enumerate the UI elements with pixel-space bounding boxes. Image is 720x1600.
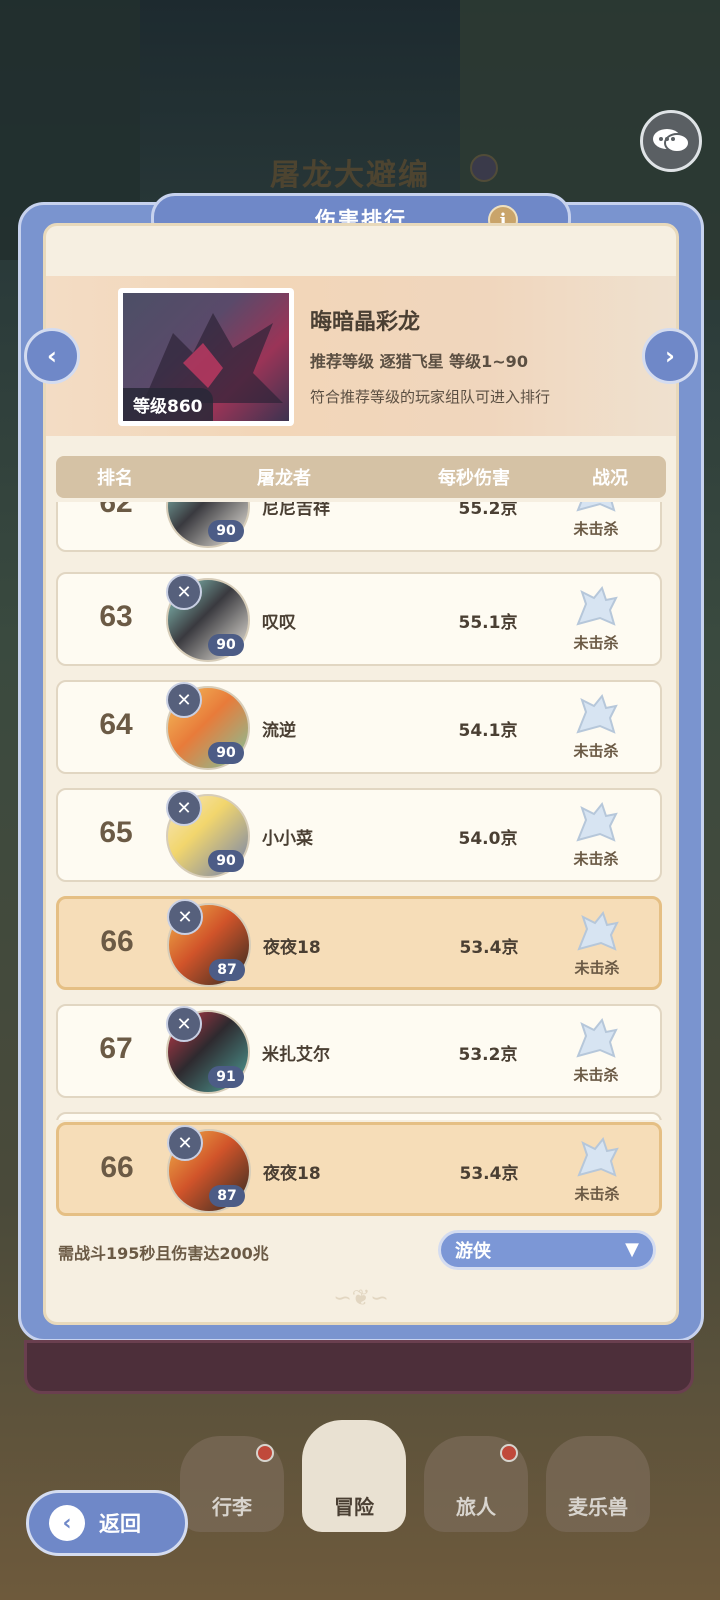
kill-status: 未击杀 <box>573 1066 619 1084</box>
kill-status: 未击杀 <box>574 959 620 977</box>
notification-dot-icon <box>500 1444 518 1462</box>
row-rank: 65 <box>99 816 133 849</box>
chevron-left-icon: ‹ <box>47 342 57 370</box>
chat-button[interactable] <box>640 110 702 172</box>
previous-boss-button[interactable]: ‹ <box>24 328 80 384</box>
player-level-badge: 90 <box>208 634 244 656</box>
ornament-icon: ∽❦∽ <box>333 1286 389 1311</box>
row-rank: 67 <box>99 1032 133 1065</box>
class-filter-value: 游侠 <box>455 1241 491 1262</box>
tab-travelers-label: 旅人 <box>456 1495 496 1519</box>
boss-ranking-note: 符合推荐等级的玩家组队可进入排行 <box>310 388 551 406</box>
boss-level-label: 等级860 <box>123 388 213 421</box>
dragon-art: 等级860 <box>123 293 289 421</box>
player-level-badge: 91 <box>208 1066 244 1088</box>
notification-dot-icon <box>256 1444 274 1462</box>
chevron-right-icon: › <box>665 342 675 370</box>
ranking-requirement-hint: 需战斗195秒且伤害达200兆 <box>58 1244 269 1263</box>
boss-recommend-level: 推荐等级 逐猎飞星 等级1~90 <box>310 352 528 371</box>
ranger-class-icon: ✕ <box>166 1006 202 1042</box>
table-row[interactable]: 63 ✕ 90 叹叹 55.1京 未击杀 <box>56 572 662 666</box>
player-name: 夜夜18 <box>263 1164 321 1184</box>
player-dps: 53.4京 <box>459 938 519 958</box>
player-dps: 55.2京 <box>458 502 518 519</box>
ranking-list[interactable]: 62 90 尼尼吉祥 55.2京 未击杀 63 ✕ 90 叹叹 55.1京 未击… <box>46 502 676 1120</box>
dragon-head-icon <box>577 910 619 951</box>
player-name: 流逆 <box>262 721 296 741</box>
player-level-badge: 87 <box>209 1185 245 1207</box>
caret-down-icon: ▼ <box>625 1239 639 1260</box>
player-name: 米扎艾尔 <box>262 1045 330 1065</box>
header-dps: 每秒伤害 <box>438 468 510 489</box>
table-row[interactable]: 62 90 尼尼吉祥 55.2京 未击杀 <box>56 502 662 552</box>
player-level-badge: 87 <box>209 959 245 981</box>
kill-status: 未击杀 <box>573 742 619 760</box>
player-name: 尼尼吉祥 <box>262 502 330 519</box>
dragon-head-icon <box>577 1136 619 1177</box>
tab-adventure[interactable]: 冒险 <box>302 1420 406 1532</box>
dragon-head-icon <box>576 1017 618 1058</box>
row-rank: 62 <box>99 502 133 519</box>
header-name: 屠龙者 <box>257 468 311 489</box>
player-dps: 54.0京 <box>458 829 518 849</box>
bottom-shelf <box>24 1340 694 1394</box>
ranger-class-icon: ✕ <box>166 682 202 718</box>
player-level-badge: 90 <box>208 742 244 764</box>
damage-ranking-panel: 伤害排行 i ‹ 等级860 晦暗晶彩龙 推荐等级 逐猎飞星 等级1~90 符合… <box>18 193 704 1342</box>
back-button[interactable]: ‹ 返回 <box>26 1490 188 1556</box>
background-title-badge <box>470 154 498 182</box>
ranger-class-icon: ✕ <box>167 899 203 935</box>
back-button-label: 返回 <box>99 1512 141 1536</box>
ranger-class-icon: ✕ <box>167 1125 203 1161</box>
player-dps: 53.2京 <box>458 1045 518 1065</box>
table-row[interactable] <box>56 1112 662 1120</box>
table-row[interactable]: 64 ✕ 90 流逆 54.1京 未击杀 <box>56 680 662 774</box>
panel-content: ‹ 等级860 晦暗晶彩龙 推荐等级 逐猎飞星 等级1~90 符合推荐等级的玩家… <box>24 223 698 1325</box>
dragon-head-icon <box>576 585 618 626</box>
boss-portrait: 等级860 <box>118 288 294 426</box>
background-title: 屠龙大避编 <box>270 158 430 193</box>
tab-pets[interactable]: 麦乐兽 <box>546 1436 650 1532</box>
kill-status: 未击杀 <box>573 520 619 538</box>
player-dps: 55.1京 <box>458 613 518 633</box>
dragon-head-icon <box>576 502 616 512</box>
player-name: 夜夜18 <box>263 938 321 958</box>
player-level-badge: 90 <box>208 520 244 542</box>
tab-luggage-label: 行李 <box>212 1495 252 1519</box>
player-name: 小小菜 <box>262 829 313 849</box>
table-row[interactable]: 65 ✕ 90 小小菜 54.0京 未击杀 <box>56 788 662 882</box>
tab-luggage[interactable]: 行李 <box>180 1436 284 1532</box>
row-rank: 63 <box>99 600 133 633</box>
header-rank: 排名 <box>97 468 133 489</box>
tab-adventure-label: 冒险 <box>334 1495 374 1519</box>
player-dps: 54.1京 <box>458 721 518 741</box>
class-filter-dropdown[interactable]: 游侠 ▼ <box>438 1230 656 1270</box>
boss-name: 晦暗晶彩龙 <box>310 310 421 335</box>
next-boss-button[interactable]: › <box>642 328 698 384</box>
kill-status: 未击杀 <box>574 1185 620 1203</box>
table-row-self[interactable]: 66 ✕ 87 夜夜18 53.4京 未击杀 <box>56 896 662 990</box>
self-ranking-row[interactable]: 66 ✕ 87 夜夜18 53.4京 未击杀 <box>56 1122 662 1216</box>
dragon-head-icon <box>576 801 618 842</box>
ranking-table-header: 排名 屠龙者 每秒伤害 战况 <box>56 456 666 498</box>
player-name: 叹叹 <box>262 613 296 633</box>
dragon-head-icon <box>576 693 618 734</box>
chat-bubbles-icon <box>653 129 690 153</box>
tab-travelers[interactable]: 旅人 <box>424 1436 528 1532</box>
ranger-class-icon: ✕ <box>166 790 202 826</box>
tab-pets-label: 麦乐兽 <box>568 1495 628 1519</box>
ranger-class-icon: ✕ <box>166 574 202 610</box>
self-rank: 66 <box>100 1151 134 1184</box>
back-arrow-icon: ‹ <box>49 1505 85 1541</box>
boss-header: ‹ 等级860 晦暗晶彩龙 推荐等级 逐猎飞星 等级1~90 符合推荐等级的玩家… <box>24 276 698 436</box>
header-status: 战况 <box>592 468 628 489</box>
row-rank: 64 <box>99 708 133 741</box>
kill-status: 未击杀 <box>573 634 619 652</box>
player-level-badge: 90 <box>208 850 244 872</box>
kill-status: 未击杀 <box>573 850 619 868</box>
table-row[interactable]: 67 ✕ 91 米扎艾尔 53.2京 未击杀 <box>56 1004 662 1098</box>
row-rank: 66 <box>100 925 134 958</box>
player-dps: 53.4京 <box>459 1164 519 1184</box>
